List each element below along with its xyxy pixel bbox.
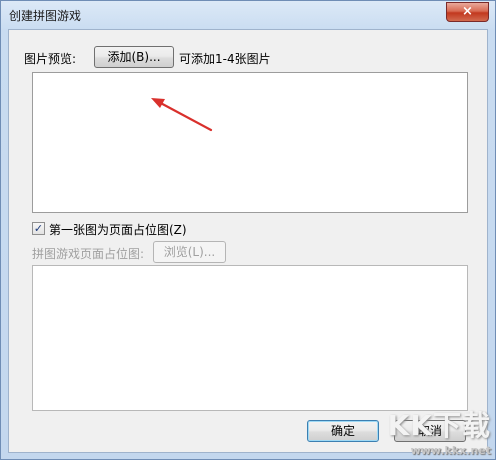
watermark-logo: KK下载 <box>387 409 491 442</box>
image-preview-label: 图片预览: <box>24 52 77 66</box>
title-bar[interactable]: 创建拼图游戏 × <box>1 1 495 29</box>
browse-button[interactable]: 浏览(L)... <box>153 241 226 263</box>
placeholder-preview-area <box>32 265 468 411</box>
add-image-button[interactable]: 添加(B)... <box>94 46 174 68</box>
first-image-placeholder-checkbox[interactable]: ✓ <box>32 222 45 235</box>
add-hint-text: 可添加1-4张图片 <box>179 52 271 66</box>
watermark-url: www.kkx.net <box>410 444 491 457</box>
close-icon: × <box>462 4 473 19</box>
checkmark-icon: ✓ <box>33 222 44 235</box>
close-button[interactable]: × <box>446 2 489 22</box>
dialog-content: 图片预览: 添加(B)... 可添加1-4张图片 ✓ 第一张图为页面占位图(Z)… <box>8 29 488 453</box>
watermark: KK下载 www.kkx.net <box>388 404 491 457</box>
puzzle-placeholder-label: 拼图游戏页面占位图: <box>32 247 145 261</box>
dialog-title: 创建拼图游戏 <box>9 9 82 23</box>
ok-button[interactable]: 确定 <box>307 420 379 442</box>
annotation-arrow <box>151 98 213 132</box>
dialog-window: 创建拼图游戏 × 图片预览: 添加(B)... 可添加1-4张图片 ✓ 第一张图… <box>0 0 496 460</box>
image-preview-area[interactable] <box>32 72 468 213</box>
first-image-placeholder-label[interactable]: 第一张图为页面占位图(Z) <box>49 221 187 238</box>
